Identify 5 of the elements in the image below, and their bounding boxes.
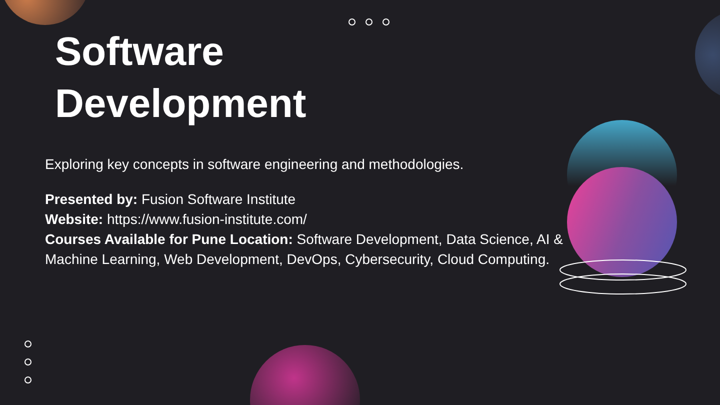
detail-line: Presented by: Fusion Software Institute [45, 190, 297, 209]
slide-title: Software Development [55, 29, 308, 128]
slide-subtitle: Exploring key concepts in software engineering and methodologies. [45, 155, 465, 174]
detail-line: Courses Available for Pune Location: Software Development, Data Science, AI & Machine Learning, Web Development, DevOps, Cybersecurity, Cloud Computing. [45, 230, 564, 269]
detail-line: Website: https://www.fusion-institute.com/ [45, 210, 308, 229]
